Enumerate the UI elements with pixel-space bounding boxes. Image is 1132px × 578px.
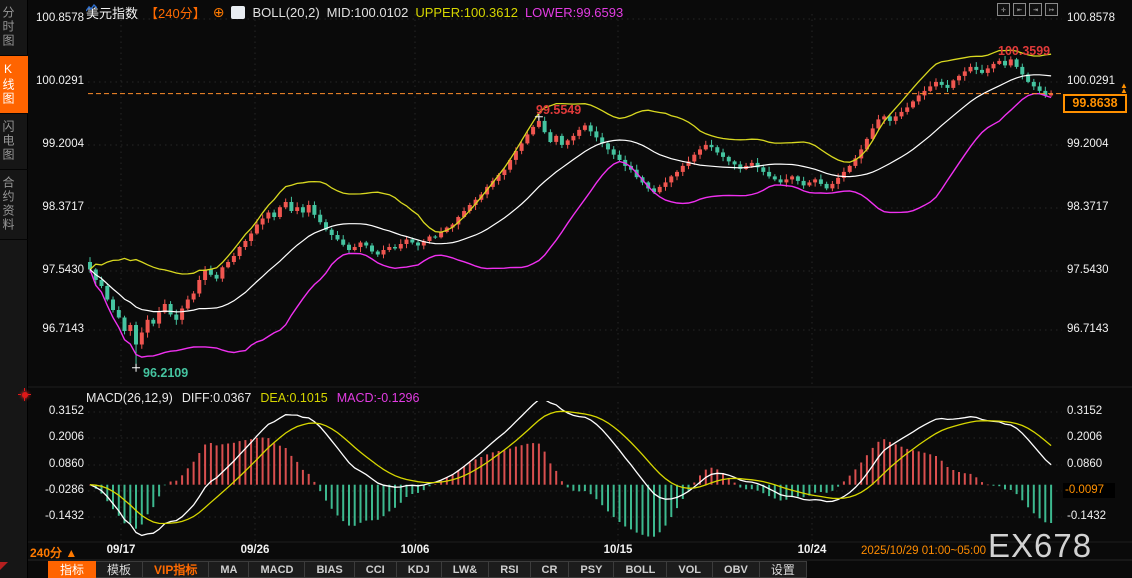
toolbar-button-VOL[interactable]: VOL <box>667 561 714 578</box>
alert-flash-icon[interactable] <box>18 388 31 401</box>
x-axis-date-label: 09/26 <box>240 544 270 556</box>
toolbar-button-模板[interactable]: 模板 <box>96 561 144 578</box>
chart-thumbnail-icon[interactable] <box>86 4 246 19</box>
macd-axis-left-label: 0.0860 <box>48 458 84 470</box>
macd-header: MACD(26,12,9) DIFF:0.0367 DEA:0.1015 MAC… <box>86 391 419 405</box>
price-axis-left-label: 100.0291 <box>36 75 84 87</box>
price-axis-left-label: 100.8578 <box>36 12 84 24</box>
macd-axis-right-label: -0.1432 <box>1067 510 1107 522</box>
price-axis-right-label: 99.2004 <box>1067 138 1109 150</box>
price-axis-left-label: 98.3717 <box>42 201 84 213</box>
add-indicator-icon[interactable]: ⊕ <box>213 5 225 19</box>
compress-right-icon[interactable]: ⇥ <box>1029 3 1042 16</box>
boll-lower-value: LOWER:99.6593 <box>524 4 624 20</box>
macd-axis-right-label: 0.2006 <box>1067 431 1103 443</box>
macd-axis-left-label: 0.2006 <box>48 431 84 443</box>
price-axis-right-label: 97.5430 <box>1067 264 1109 276</box>
macd-axis-right-label: 0.3152 <box>1067 405 1103 417</box>
toolbar-button-PSY[interactable]: PSY <box>569 561 615 578</box>
boll-mid-value: MID:100.0102 <box>326 4 409 20</box>
toolbar-button-OBV[interactable]: OBV <box>713 561 760 578</box>
sidebar-tab-4[interactable]: 合约资料 <box>0 170 28 240</box>
macd-axis-left-label: -0.0286 <box>44 484 84 496</box>
toolbar-button-MACD[interactable]: MACD <box>249 561 306 578</box>
high-price-annotation: 100.3599 <box>998 44 1051 58</box>
toolbar-button-BOLL[interactable]: BOLL <box>614 561 668 578</box>
corner-logo-mark <box>0 562 8 570</box>
boll-formula-label: BOLL(20,2) <box>252 4 320 20</box>
x-axis-date-label: 09/17 <box>106 544 136 556</box>
toolbar-button-KDJ[interactable]: KDJ <box>396 561 442 578</box>
toolbar-button-CCI[interactable]: CCI <box>354 561 397 578</box>
macd-axis-left-label: -0.1432 <box>44 510 84 522</box>
sidebar-tab-2[interactable]: K线图 <box>0 56 28 114</box>
price-axis-left-label: 97.5430 <box>42 264 84 276</box>
toolbar-button-CR[interactable]: CR <box>530 561 570 578</box>
chart-window: 分时图 K线图 闪电图 合约资料 美元指数 【240分】 ⊕ BOLL(20,2) M… <box>0 0 1132 578</box>
price-axis-right-label: 100.8578 <box>1067 12 1115 24</box>
sidebar-tab-1[interactable]: 分时图 <box>0 0 28 56</box>
timeframe-label[interactable]: 240分 ▲ <box>30 544 77 561</box>
macd-axis-right-label: 0.0860 <box>1067 458 1103 470</box>
toolbar-button-VIP指标[interactable]: VIP指标 <box>143 561 210 578</box>
macd-dea-value: DEA:0.1015 <box>260 391 328 405</box>
macd-axis-left-label: 0.3152 <box>48 405 84 417</box>
price-axis-left-label: 99.2004 <box>42 138 84 150</box>
x-axis-date-label: 10/06 <box>400 544 430 556</box>
current-price-tag: 99.8638 <box>1063 94 1127 113</box>
chart-tool-icons: ✛ ⇤ ⇥ ↦ <box>997 3 1058 16</box>
price-axis-left-label: 96.7143 <box>42 323 84 335</box>
candlestick-chart-canvas[interactable] <box>0 0 1132 578</box>
current-bar-timestamp: 2025/10/29 01:00~05:00 <box>861 545 987 557</box>
x-axis-date-label: 10/15 <box>603 544 633 556</box>
macd-diff-value: DIFF:0.0367 <box>181 391 252 405</box>
low-price-annotation: 96.2109 <box>143 366 189 380</box>
toolbar-button-设置[interactable]: 设置 <box>759 561 807 578</box>
price-axis-right-label: 96.7143 <box>1067 323 1109 335</box>
price-up-arrows: ▲ ▲ <box>1120 81 1128 95</box>
toolbar-button-BIAS[interactable]: BIAS <box>305 561 355 578</box>
indicator-toolbar: 指标 模板 VIP指标 MA MACD BIAS CCI KDJ LW& RSI CR PSY BOLL… <box>48 561 807 578</box>
crosshair-icon[interactable]: ✛ <box>997 3 1010 16</box>
current-macd-tag: -0.0097 <box>1063 483 1115 498</box>
sidebar-tab-3[interactable]: 闪电图 <box>0 114 28 170</box>
watermark: EX678 <box>988 527 1093 564</box>
toolbar-button-指标[interactable]: 指标 <box>48 561 97 578</box>
left-sidebar: 分时图 K线图 闪电图 合约资料 <box>0 0 28 578</box>
macd-formula-label: MACD(26,12,9) <box>86 391 173 405</box>
period-label[interactable]: 【240分】 <box>145 3 206 22</box>
chart-header: 美元指数 【240分】 ⊕ BOLL(20,2) MID:100.0102 UP… <box>86 3 624 22</box>
price-axis-right-label: 98.3717 <box>1067 201 1109 213</box>
shift-right-icon[interactable]: ↦ <box>1045 3 1058 16</box>
compress-left-icon[interactable]: ⇤ <box>1013 3 1026 16</box>
toolbar-button-MA[interactable]: MA <box>209 561 250 578</box>
toolbar-button-LW&[interactable]: LW& <box>441 561 490 578</box>
boll-upper-value: UPPER:100.3612 <box>415 4 518 20</box>
x-axis-date-label: 10/24 <box>797 544 827 556</box>
toolbar-button-RSI[interactable]: RSI <box>489 561 531 578</box>
macd-hist-value: MACD:-0.1296 <box>336 391 420 405</box>
swing-high-annotation: 99.5549 <box>536 103 582 117</box>
